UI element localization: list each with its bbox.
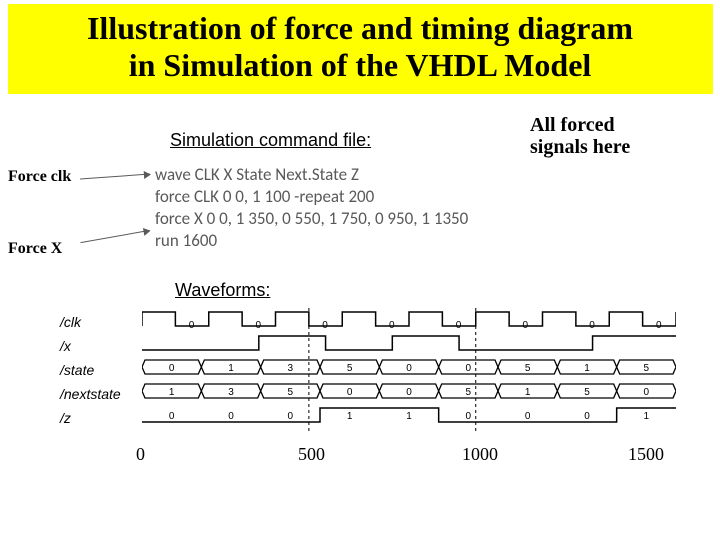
label-force-x: Force X (8, 240, 62, 258)
cmd-line: run 1600 (155, 230, 468, 252)
svg-text:1: 1 (525, 387, 531, 398)
cmd-line: wave CLK X State Next.State Z (155, 164, 468, 186)
axis-tick: 1500 (628, 444, 664, 465)
svg-text:0: 0 (525, 411, 531, 422)
page-title: Illustration of force and timing diagram… (8, 4, 713, 94)
svg-text:0: 0 (322, 320, 328, 331)
svg-text:5: 5 (584, 387, 590, 398)
svg-text:0: 0 (456, 320, 462, 331)
svg-text:0: 0 (189, 320, 195, 331)
svg-text:1: 1 (228, 363, 234, 374)
svg-text:1: 1 (406, 411, 412, 422)
svg-text:5: 5 (644, 363, 650, 374)
svg-text:0: 0 (169, 363, 175, 374)
svg-text:0: 0 (466, 363, 472, 374)
svg-text:5: 5 (288, 387, 294, 398)
arrow-icon (80, 174, 150, 180)
all-forced-line1: All forced (530, 114, 615, 136)
slide: Illustration of force and timing diagram… (0, 4, 720, 544)
waveform-svg: 0 0 0 0 0 0 0 0 0 1 3 5 0 0 5 1 5 1 3 5 0 0 5 1 5 0 0 0 0 1 1 0 0 0 1 (142, 308, 676, 438)
svg-text:1: 1 (169, 387, 175, 398)
svg-text:5: 5 (466, 387, 472, 398)
cmd-line: force CLK 0 0, 1 100 -repeat 200 (155, 186, 468, 208)
svg-text:0: 0 (589, 320, 595, 331)
axis-tick: 500 (298, 444, 325, 465)
svg-text:1: 1 (347, 411, 353, 422)
cmd-line: force X 0 0, 1 350, 0 550, 1 750, 0 950,… (155, 208, 468, 230)
axis-tick: 0 (136, 444, 145, 465)
svg-text:0: 0 (347, 387, 353, 398)
all-forced-line2: signals here (530, 136, 630, 158)
title-line-2: in Simulation of the VHDL Model (129, 47, 592, 83)
svg-text:0: 0 (288, 411, 294, 422)
axis-tick: 1000 (462, 444, 498, 465)
svg-text:0: 0 (169, 411, 175, 422)
waveforms-heading: Waveforms: (175, 280, 270, 301)
signal-label-state: /state (60, 362, 94, 378)
svg-text:0: 0 (656, 320, 662, 331)
svg-text:0: 0 (584, 411, 590, 422)
signal-label-clk: /clk (60, 314, 81, 330)
svg-text:0: 0 (466, 411, 472, 422)
all-forced-note: All forced signals here (530, 114, 630, 158)
svg-text:5: 5 (525, 363, 531, 374)
svg-text:0: 0 (406, 363, 412, 374)
label-force-clk: Force clk (8, 168, 71, 186)
svg-text:5: 5 (347, 363, 353, 374)
svg-text:1: 1 (644, 411, 650, 422)
command-file-text: wave CLK X State Next.State Z force CLK … (155, 164, 468, 252)
signal-label-nextstate: /nextstate (60, 386, 121, 402)
svg-text:0: 0 (255, 320, 261, 331)
svg-text:0: 0 (644, 387, 650, 398)
sim-cmd-heading: Simulation command file: (170, 130, 371, 151)
svg-text:0: 0 (389, 320, 395, 331)
svg-text:3: 3 (288, 363, 294, 374)
svg-text:0: 0 (522, 320, 528, 331)
arrow-icon (80, 230, 149, 243)
signal-label-z: /z (60, 410, 71, 426)
svg-text:0: 0 (228, 411, 234, 422)
svg-text:1: 1 (584, 363, 590, 374)
svg-text:0: 0 (406, 387, 412, 398)
title-line-1: Illustration of force and timing diagram (87, 10, 633, 46)
svg-text:3: 3 (228, 387, 234, 398)
signal-label-x: /x (60, 338, 71, 354)
